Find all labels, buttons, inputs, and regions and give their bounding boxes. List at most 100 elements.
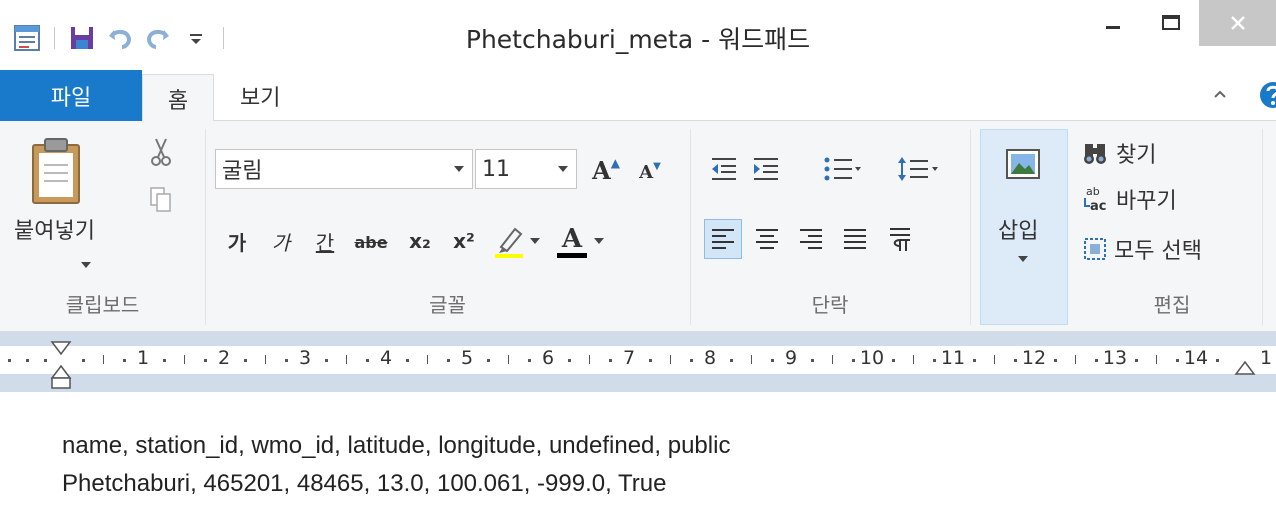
ruler-number: 5 <box>460 347 474 369</box>
ruler-tick <box>1216 359 1220 362</box>
font-color-glyph: A <box>561 223 583 254</box>
binoculars-icon <box>1084 144 1106 164</box>
ruler-tick <box>487 359 491 362</box>
group-separator <box>970 129 971 325</box>
maximize-icon <box>1162 15 1180 30</box>
align-left-icon <box>712 229 734 249</box>
chevron-down-icon[interactable] <box>550 164 576 174</box>
find-button[interactable]: 찾기 <box>1082 137 1156 169</box>
ruler-number: 13 <box>1102 347 1128 369</box>
font-size-value: 11 <box>482 156 510 182</box>
ruler-tick <box>1074 355 1076 364</box>
ruler-tick <box>26 359 29 362</box>
line-spacing-button[interactable] <box>890 151 946 187</box>
cut-button[interactable] <box>146 135 176 169</box>
chevron-down-icon <box>530 238 540 244</box>
document-line-2[interactable]: Phetchaburi, 465201, 48465, 13.0, 100.06… <box>62 470 666 498</box>
ruler-number: 11 <box>940 347 966 369</box>
right-indent-marker[interactable] <box>1234 360 1256 376</box>
left-indent-marker[interactable] <box>50 340 72 394</box>
paste-label[interactable]: 붙여넣기 <box>14 213 95 245</box>
grow-arrow-icon: ▲ <box>610 156 620 170</box>
ruler-tick <box>365 359 369 362</box>
ruler-number: 12 <box>1021 347 1047 369</box>
shrink-font-button[interactable]: A ▼ <box>632 157 668 187</box>
paste-dropdown-icon[interactable] <box>80 255 92 274</box>
ruler-tick <box>183 355 185 364</box>
ruler-tick <box>446 359 450 362</box>
paste-button[interactable] <box>28 135 84 207</box>
tab-view[interactable]: 보기 <box>240 70 280 121</box>
ruler-tick <box>1013 359 1017 362</box>
ruler-tick <box>1135 359 1139 362</box>
editing-group-label: 편집 <box>1153 293 1191 317</box>
ribbon: 붙여넣기 클립보드 굴림 11 A ▲ A ▼ 가 가 간 abe x₂ x² … <box>0 121 1276 332</box>
ruler-tick <box>527 359 531 362</box>
maximize-button[interactable] <box>1143 0 1199 46</box>
underline-button[interactable]: 간 <box>310 223 340 259</box>
ruler-tick <box>932 359 936 362</box>
ruler-tick <box>406 359 410 362</box>
tab-home[interactable]: 홈 <box>142 74 214 122</box>
ruler-number: 8 <box>703 347 717 369</box>
tab-file[interactable]: 파일 <box>0 70 142 121</box>
svg-text:ab: ab <box>1086 185 1100 198</box>
ruler-tick <box>1175 359 1179 362</box>
select-all-button[interactable]: 모두 선택 <box>1082 233 1202 265</box>
decrease-indent-button[interactable] <box>706 151 742 187</box>
document-area[interactable]: name, station_id, wmo_id, latitude, long… <box>0 392 1276 520</box>
ruler-tick <box>770 359 774 362</box>
ruler-tick <box>325 359 329 362</box>
document-line-1[interactable]: name, station_id, wmo_id, latitude, long… <box>62 432 730 460</box>
replace-button[interactable]: ab ac 바꾸기 <box>1082 183 1177 215</box>
ruler-tick <box>203 359 207 362</box>
find-label: 찾기 <box>1116 143 1157 168</box>
paragraph-button[interactable] <box>882 219 920 259</box>
ruler-tick <box>973 359 977 362</box>
font-family-select[interactable]: 굴림 <box>215 149 473 189</box>
minimize-button[interactable] <box>1083 0 1143 46</box>
grow-font-button[interactable]: A ▲ <box>588 153 624 187</box>
superscript-button[interactable]: x² <box>446 223 482 259</box>
clipboard-icon <box>32 138 80 204</box>
ruler-tick <box>102 355 104 364</box>
close-button[interactable] <box>1199 0 1276 46</box>
increase-indent-button[interactable] <box>748 151 784 187</box>
ruler-tick <box>345 355 347 364</box>
ribbon-tabs: 파일 홈 보기 <box>0 70 1276 122</box>
ruler-number: 1 <box>1259 347 1273 369</box>
align-center-button[interactable] <box>748 219 786 259</box>
help-icon[interactable] <box>1258 80 1276 110</box>
font-color-button[interactable]: A <box>552 219 610 263</box>
ruler-tick <box>82 359 86 362</box>
close-icon <box>1230 16 1245 30</box>
ruler-tick <box>1054 359 1058 362</box>
subscript-button[interactable]: x₂ <box>402 223 438 259</box>
font-color-swatch <box>557 252 587 258</box>
svg-text:ac: ac <box>1090 199 1106 214</box>
ruler-tick <box>993 355 995 364</box>
italic-button[interactable]: 가 <box>266 223 296 259</box>
bold-button[interactable]: 가 <box>222 223 252 259</box>
font-size-select[interactable]: 11 <box>475 149 577 189</box>
ruler-tick <box>284 359 288 362</box>
strikethrough-button[interactable]: abe <box>350 225 392 259</box>
align-center-icon <box>756 229 778 249</box>
bullet-list-button[interactable] <box>812 151 872 187</box>
copy-button[interactable] <box>146 183 176 217</box>
justify-button[interactable] <box>836 219 874 259</box>
ruler-tick <box>669 355 671 364</box>
ruler-number: 2 <box>217 347 231 369</box>
ruler-number: 4 <box>379 347 393 369</box>
align-left-button[interactable] <box>704 219 742 259</box>
chevron-down-icon[interactable] <box>446 164 472 174</box>
ruler-tick <box>8 359 11 362</box>
highlight-color-button[interactable] <box>490 221 544 261</box>
ruler-tick <box>507 355 509 364</box>
ruler-number: 7 <box>622 347 636 369</box>
ruler-strip[interactable] <box>0 346 1276 374</box>
collapse-ribbon-icon[interactable] <box>1208 82 1232 106</box>
select-all-icon <box>1084 238 1106 260</box>
align-right-icon <box>800 229 822 249</box>
align-right-button[interactable] <box>792 219 830 259</box>
